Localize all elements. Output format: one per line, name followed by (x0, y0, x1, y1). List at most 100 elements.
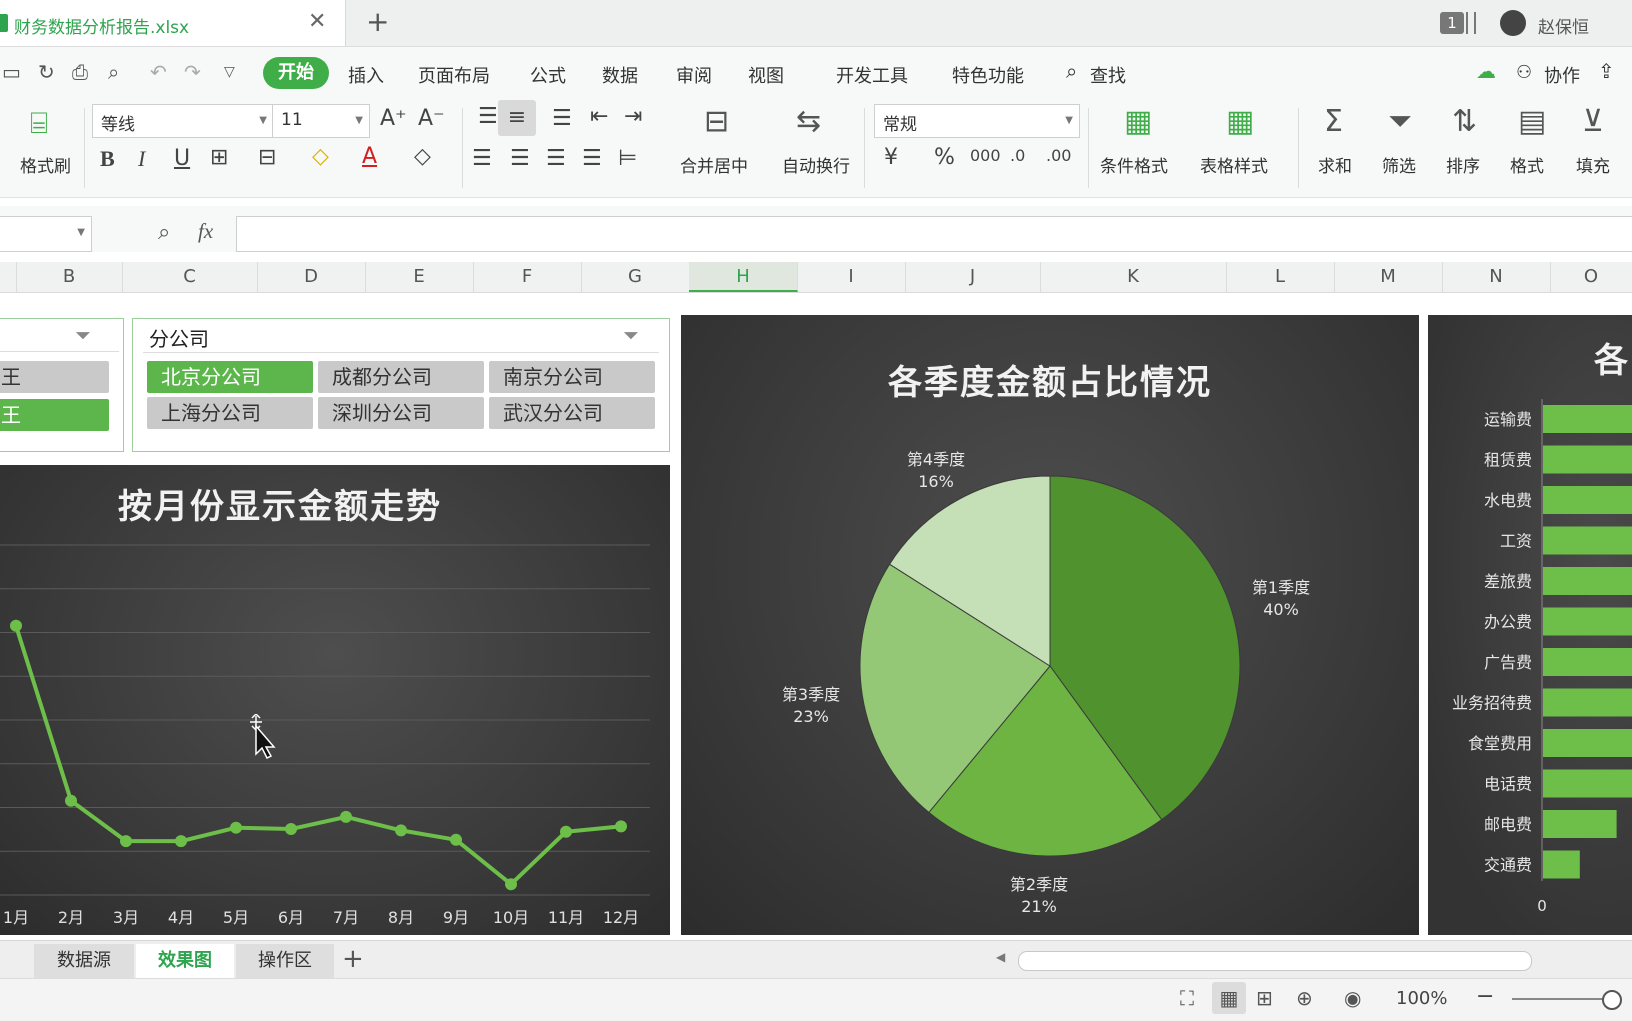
column-header[interactable]: C (122, 262, 258, 292)
format-label[interactable]: 格式 (1510, 152, 1544, 177)
sum-icon[interactable]: Σ (1324, 104, 1343, 139)
menu-view[interactable]: 视图 (748, 62, 784, 88)
font-name-select[interactable]: 等线 ▼ (92, 104, 274, 138)
zoom-slider-handle[interactable] (1602, 990, 1622, 1010)
name-box[interactable]: ▼ (0, 216, 92, 252)
justify-icon[interactable]: ☰ (582, 146, 602, 171)
user-name[interactable]: 赵保恒 (1538, 13, 1589, 38)
menu-formula[interactable]: 公式 (530, 62, 566, 88)
font-color-icon[interactable]: A (362, 144, 377, 169)
slicer-item[interactable]: 深圳分公司 (318, 397, 484, 429)
horizontal-scrollbar[interactable] (1018, 951, 1532, 971)
search-icon[interactable]: ⌕ (1066, 59, 1077, 83)
close-tab-icon[interactable]: ✕ (308, 9, 326, 34)
scroll-left-icon[interactable]: ◀ (996, 950, 1005, 964)
slicer-item-selected[interactable]: 北京分公司 (147, 361, 313, 393)
slicer-item[interactable]: 上海分公司 (147, 397, 313, 429)
column-header[interactable]: F (473, 262, 582, 292)
reading-mode-icon[interactable]: ⊕ (1296, 986, 1313, 1010)
menu-start[interactable]: 开始 (263, 57, 329, 89)
decrease-decimal-icon[interactable]: .00 (1046, 146, 1071, 165)
menu-collab[interactable]: 协作 (1544, 62, 1580, 88)
percent-icon[interactable]: % (934, 145, 955, 170)
align-top-icon[interactable]: ☰ (478, 104, 498, 129)
table-style-label[interactable]: 表格样式 (1200, 152, 1268, 177)
bar-chart[interactable]: 各 运输费 租赁费 水电费 工资 差旅费 办公费 广告费 业务招待费 食堂费用 电话费 邮电费 交通费… (1428, 315, 1632, 935)
sum-label[interactable]: 求和 (1318, 152, 1352, 177)
page-break-view-icon[interactable]: ⊞ (1256, 986, 1273, 1010)
sort-icon[interactable]: ⇅ (1452, 104, 1477, 139)
add-sheet-button[interactable]: + (342, 944, 364, 974)
column-header[interactable]: B (16, 262, 123, 292)
fullscreen-icon[interactable]: ⛶ (1180, 986, 1194, 1010)
menu-search[interactable]: 查找 (1090, 62, 1126, 88)
new-tab-button[interactable]: + (366, 5, 389, 38)
filter-icon[interactable]: ⏷ (1388, 104, 1412, 139)
customize-dropdown-icon[interactable]: ▽ (224, 64, 235, 80)
increase-font-icon[interactable]: A⁺ (380, 106, 407, 131)
cell-style-icon[interactable]: ⊟ (258, 145, 276, 170)
align-right-icon[interactable]: ☰ (546, 146, 566, 171)
column-header[interactable]: O (1550, 262, 1632, 292)
clear-filter-icon[interactable]: ⏷ (75, 323, 91, 347)
column-header[interactable]: G (581, 262, 690, 292)
outdent-icon[interactable]: ⇤ (590, 104, 608, 129)
formula-input[interactable] (236, 216, 1632, 252)
merge-center-icon[interactable]: ⊟ (704, 104, 729, 139)
sheet-tab[interactable]: 操作区 (236, 944, 334, 978)
column-header[interactable]: I (797, 262, 906, 292)
clear-filter-icon[interactable]: ⏷ (623, 323, 639, 347)
normal-view-icon[interactable]: ▦ (1212, 982, 1246, 1014)
window-count-badge[interactable]: 1 (1440, 12, 1464, 34)
align-left-icon[interactable]: ☰ (472, 146, 492, 171)
print-icon[interactable]: ⎙ (72, 60, 88, 84)
fx-button[interactable]: fx (198, 219, 213, 244)
slicer-item[interactable]: 南京分公司 (489, 361, 655, 393)
format-painter-label[interactable]: 格式刷 (20, 152, 71, 177)
document-tab[interactable]: 财务数据分析报告.xlsx ✕ (0, 0, 346, 46)
slicer-item[interactable]: 王 (0, 361, 109, 393)
pie-chart[interactable]: 各季度金额占比情况 第1季度 40% 第2季度 21% 第3季度 23% 第4季度 16% (681, 315, 1419, 935)
eye-protection-icon[interactable]: ◉ (1344, 986, 1361, 1010)
menu-data[interactable]: 数据 (602, 62, 638, 88)
sheet-tab-active[interactable]: 效果图 (136, 944, 234, 978)
line-chart[interactable]: 按月份显示金额走势 1月 2月 3月 4月 5月 6月 7月 8月 9月 10月 11月 12月 (0, 465, 670, 935)
wrap-text-label[interactable]: 自动换行 (782, 152, 850, 177)
sort-label[interactable]: 排序 (1446, 152, 1480, 177)
fill-label[interactable]: 填充 (1576, 152, 1610, 177)
indent-icon[interactable]: ⇥ (624, 104, 642, 129)
italic-button[interactable]: I (138, 146, 145, 172)
column-header[interactable]: K (1040, 262, 1227, 292)
border-icon[interactable]: ⊞ (210, 145, 228, 170)
column-header[interactable]: J (905, 262, 1041, 292)
slicer-item[interactable]: 成都分公司 (318, 361, 484, 393)
conditional-format-label[interactable]: 条件格式 (1100, 152, 1168, 177)
print-preview-icon[interactable]: ⌕ (108, 60, 119, 84)
clear-format-icon[interactable]: ◇ (414, 144, 431, 169)
align-center-icon[interactable]: ☰ (510, 146, 530, 171)
thousands-icon[interactable]: 000 (970, 146, 1001, 165)
table-style-icon[interactable]: ▦ (1226, 104, 1254, 139)
menu-review[interactable]: 审阅 (676, 62, 712, 88)
zoom-out-icon[interactable]: − (1476, 984, 1494, 1009)
column-header[interactable]: D (257, 262, 366, 292)
redo-icon[interactable]: ↷ (184, 60, 201, 84)
column-header[interactable]: N (1442, 262, 1551, 292)
underline-button[interactable]: U (174, 146, 190, 171)
column-header[interactable] (0, 262, 17, 292)
currency-icon[interactable]: ¥ (884, 145, 898, 170)
column-header-selected[interactable]: H (689, 262, 798, 292)
avatar[interactable] (1500, 10, 1526, 36)
menu-page-layout[interactable]: 页面布局 (418, 62, 490, 88)
zoom-level[interactable]: 100% (1396, 988, 1447, 1009)
decrease-font-icon[interactable]: A⁻ (418, 106, 445, 131)
zoom-slider[interactable] (1512, 998, 1608, 1000)
column-header[interactable]: E (365, 262, 474, 292)
font-size-select[interactable]: 11 ▼ (272, 104, 370, 138)
save-icon[interactable]: ▭ (2, 60, 21, 84)
merge-center-label[interactable]: 合并居中 (680, 152, 748, 177)
align-middle-icon[interactable]: ≡ (498, 100, 536, 136)
wrap-text-icon[interactable]: ⇆ (796, 104, 821, 139)
bold-button[interactable]: B (100, 146, 115, 172)
menu-developer[interactable]: 开发工具 (836, 62, 908, 88)
